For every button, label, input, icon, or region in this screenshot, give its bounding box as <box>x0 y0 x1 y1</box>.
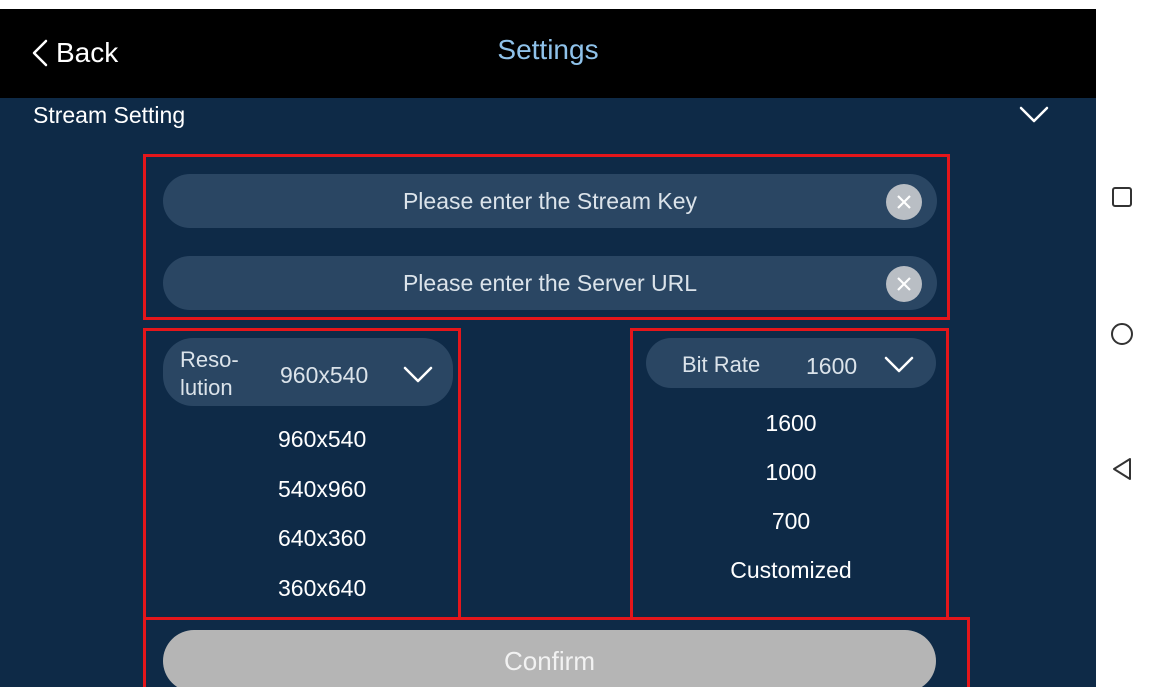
bitrate-label: Bit Rate <box>682 352 761 377</box>
server-url-placeholder: Please enter the Server URL <box>402 269 698 296</box>
bitrate-option[interactable]: 1000 <box>646 459 936 486</box>
section-label: Stream Setting <box>33 102 186 128</box>
resolution-option[interactable]: 540x960 <box>278 476 366 503</box>
server-url-input[interactable]: Please enter the Server URL <box>163 256 937 310</box>
clear-server-url-button[interactable] <box>886 266 922 302</box>
stream-key-input[interactable]: Please enter the Stream Key <box>163 174 937 228</box>
bitrate-dropdown[interactable]: Bit Rate 1600 <box>646 338 936 388</box>
stream-setting-header[interactable]: Stream Setting <box>0 98 1096 136</box>
app-screen: Back Settings Stream Setting Please ente… <box>0 0 1096 687</box>
status-strip <box>0 0 1096 9</box>
clear-stream-key-button[interactable] <box>886 184 922 220</box>
resolution-option[interactable]: 960x540 <box>278 426 366 453</box>
resolution-label-line1: Reso- <box>180 347 239 372</box>
recents-square-icon[interactable] <box>1111 186 1133 208</box>
bitrate-option[interactable]: 1600 <box>646 410 936 437</box>
bitrate-option[interactable]: 700 <box>646 508 936 535</box>
close-icon <box>897 277 911 291</box>
bitrate-selected: 1600 <box>806 353 858 379</box>
system-nav-bar <box>1096 0 1149 687</box>
resolution-selected: 960x540 <box>280 362 369 388</box>
page-title: Settings <box>497 34 599 65</box>
chevron-down-icon <box>884 356 914 373</box>
home-circle-icon[interactable] <box>1110 322 1134 346</box>
confirm-button[interactable]: Confirm <box>163 630 936 687</box>
resolution-label-line2: lution <box>180 375 233 400</box>
resolution-dropdown[interactable]: Reso- lution 960x540 <box>163 338 453 406</box>
stream-key-placeholder: Please enter the Stream Key <box>402 187 698 214</box>
chevron-down-icon[interactable] <box>1019 106 1049 124</box>
chevron-down-icon <box>403 366 433 383</box>
resolution-label: Reso- lution <box>180 346 239 402</box>
bitrate-option[interactable]: Customized <box>646 557 936 584</box>
resolution-option[interactable]: 360x640 <box>278 575 366 602</box>
resolution-option[interactable]: 640x360 <box>278 525 366 552</box>
back-triangle-icon[interactable] <box>1111 457 1133 481</box>
close-icon <box>897 195 911 209</box>
